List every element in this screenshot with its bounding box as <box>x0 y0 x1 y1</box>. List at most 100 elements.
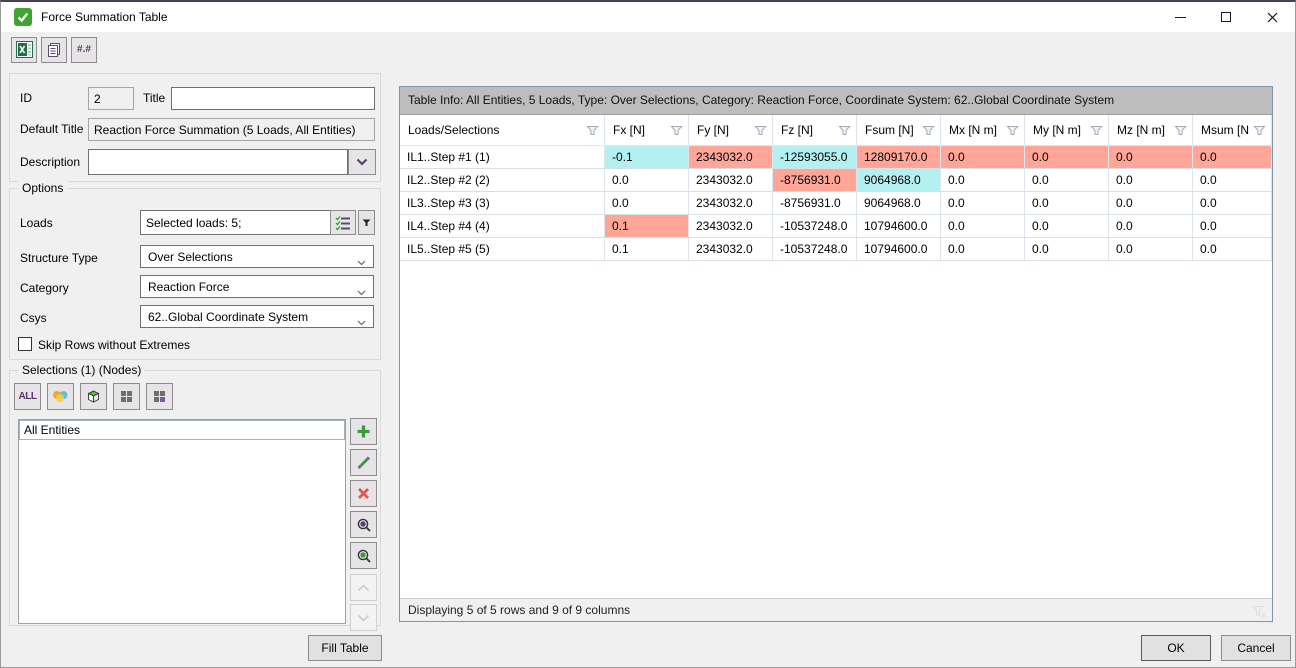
add-selection-button[interactable] <box>350 418 377 445</box>
value-cell: 0.0 <box>1193 215 1272 237</box>
selections-toolbar: ALL <box>14 383 173 410</box>
copy-table-button[interactable] <box>41 37 67 63</box>
fill-table-button[interactable]: Fill Table <box>308 635 382 661</box>
chevron-down-icon <box>356 158 368 166</box>
column-header-0[interactable]: Loads/Selections <box>400 115 605 145</box>
column-header-label: Fz [N] <box>781 123 813 137</box>
selections-list[interactable]: All Entities <box>18 419 346 624</box>
loads-dropdown-button[interactable] <box>358 210 375 235</box>
value-cell: -10537248.0 <box>773 238 857 260</box>
edit-selection-button[interactable] <box>350 449 377 476</box>
table-row[interactable]: IL2..Step #2 (2)0.02343032.0-8756931.090… <box>400 169 1272 192</box>
value-cell: 0.0 <box>941 215 1025 237</box>
chevron-down-icon <box>357 285 366 299</box>
move-up-button[interactable] <box>350 574 377 601</box>
value-cell: 2343032.0 <box>689 146 773 168</box>
column-header-label: Fsum [N] <box>865 123 914 137</box>
result-table-panel: Table Info: All Entities, 5 Loads, Type:… <box>399 86 1273 622</box>
color-dots-icon <box>52 390 69 403</box>
structure-type-select[interactable]: Over Selections <box>140 245 374 268</box>
column-filter-icon[interactable] <box>754 125 767 139</box>
row-label-cell: IL1..Step #1 (1) <box>400 146 605 168</box>
column-filter-icon[interactable] <box>922 125 935 139</box>
value-cell: 0.0 <box>1025 169 1109 191</box>
table-row[interactable]: IL3..Step #3 (3)0.02343032.0-8756931.090… <box>400 192 1272 215</box>
minimize-button[interactable] <box>1157 2 1203 32</box>
value-cell: 0.1 <box>605 238 689 260</box>
clear-filter-icon[interactable] <box>1252 603 1266 622</box>
show-selection-button[interactable] <box>350 542 377 569</box>
chevron-down-icon <box>357 614 370 622</box>
minimize-icon <box>1175 17 1186 18</box>
select-by-solid-button[interactable] <box>80 383 107 410</box>
column-header-2[interactable]: Fy [N] <box>689 115 773 145</box>
column-header-3[interactable]: Fz [N] <box>773 115 857 145</box>
row-label-cell: IL3..Step #3 (3) <box>400 192 605 214</box>
column-filter-icon[interactable] <box>1006 125 1019 139</box>
column-header-label: Mz [N m] <box>1117 123 1165 137</box>
value-cell: 0.0 <box>1109 238 1193 260</box>
row-label-cell: IL4..Step #4 (4) <box>400 215 605 237</box>
number-format-icon: #.# <box>77 44 91 55</box>
maximize-icon <box>1221 12 1231 22</box>
column-filter-icon[interactable] <box>1090 125 1103 139</box>
csys-select[interactable]: 62..Global Coordinate System <box>140 305 374 328</box>
preview-selection-button[interactable] <box>350 511 377 538</box>
copy-icon <box>46 42 62 58</box>
dialog-check-icon <box>14 8 32 26</box>
table-row[interactable]: IL5..Step #5 (5)0.12343032.0-10537248.01… <box>400 238 1272 261</box>
table-body: IL1..Step #1 (1)-0.12343032.0-12593055.0… <box>400 146 1272 261</box>
column-header-5[interactable]: Mx [N m] <box>941 115 1025 145</box>
value-cell: -10537248.0 <box>773 215 857 237</box>
column-header-4[interactable]: Fsum [N] <box>857 115 941 145</box>
loads-select-list-button[interactable] <box>330 210 356 235</box>
magnifier-green-icon <box>356 548 372 564</box>
csys-value: 62..Global Coordinate System <box>148 310 308 324</box>
column-header-8[interactable]: Msum [N m] <box>1193 115 1272 145</box>
value-cell: 2343032.0 <box>689 192 773 214</box>
delete-selection-button[interactable] <box>350 480 377 507</box>
column-filter-icon[interactable] <box>838 125 851 139</box>
loads-field[interactable] <box>140 210 332 235</box>
value-cell: 0.0 <box>1193 238 1272 260</box>
column-filter-icon[interactable] <box>670 125 683 139</box>
column-header-1[interactable]: Fx [N] <box>605 115 689 145</box>
column-filter-icon[interactable] <box>586 125 599 139</box>
table-header-row: Loads/SelectionsFx [N]Fy [N] Fz [N] Fsum [… <box>400 115 1272 146</box>
dialog-title: Force Summation Table <box>41 10 168 24</box>
select-by-color-button[interactable] <box>47 383 74 410</box>
category-value: Reaction Force <box>148 280 229 294</box>
column-filter-icon[interactable] <box>1174 125 1187 139</box>
select-all-button[interactable]: ALL <box>14 383 41 410</box>
column-header-6[interactable]: My [N m] <box>1025 115 1109 145</box>
description-field[interactable] <box>88 149 348 175</box>
number-format-button[interactable]: #.# <box>71 37 97 63</box>
table-row[interactable]: IL4..Step #4 (4)0.12343032.0-10537248.01… <box>400 215 1272 238</box>
column-filter-icon[interactable] <box>1253 125 1266 139</box>
maximize-button[interactable] <box>1203 2 1249 32</box>
chevron-down-icon <box>357 255 366 269</box>
options-section: Options Loads Structure Type Over Select… <box>9 188 381 360</box>
move-down-button[interactable] <box>350 604 377 631</box>
column-header-label: My [N m] <box>1033 123 1081 137</box>
description-label: Description <box>20 155 80 169</box>
title-field[interactable] <box>171 87 375 110</box>
chevron-up-icon <box>357 584 370 592</box>
title-label: Title <box>143 91 165 105</box>
ok-button[interactable]: OK <box>1141 635 1211 661</box>
description-dropdown-button[interactable] <box>348 149 376 175</box>
value-cell: 0.0 <box>1109 169 1193 191</box>
export-excel-button[interactable] <box>11 37 37 63</box>
cancel-button[interactable]: Cancel <box>1221 635 1291 661</box>
category-select[interactable]: Reaction Force <box>140 275 374 298</box>
selection-list-item[interactable]: All Entities <box>19 420 345 440</box>
table-row[interactable]: IL1..Step #1 (1)-0.12343032.0-12593055.0… <box>400 146 1272 169</box>
value-cell: 0.0 <box>1025 192 1109 214</box>
column-header-7[interactable]: Mz [N m] <box>1109 115 1193 145</box>
close-button[interactable] <box>1249 2 1295 32</box>
select-by-property-button[interactable] <box>146 383 173 410</box>
skip-rows-checkbox[interactable] <box>18 337 32 351</box>
value-cell: 0.1 <box>605 215 689 237</box>
select-by-panel-button[interactable] <box>113 383 140 410</box>
structure-type-value: Over Selections <box>148 250 233 264</box>
